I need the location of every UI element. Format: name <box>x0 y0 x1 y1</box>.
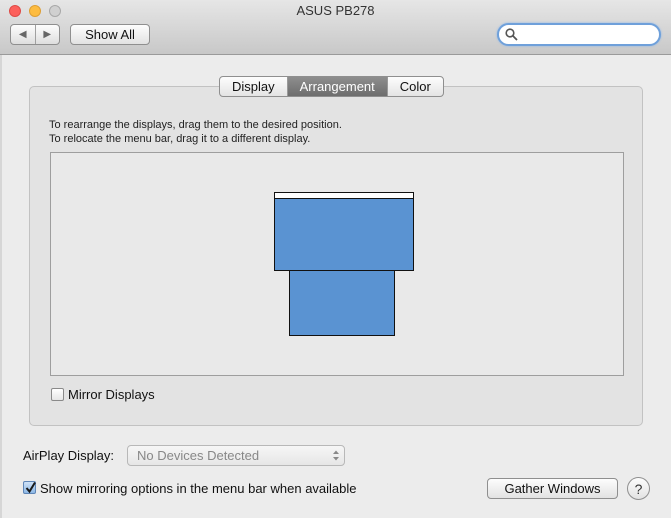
forward-icon[interactable]: ▶ <box>34 25 60 44</box>
help-button[interactable]: ? <box>627 477 650 500</box>
gather-windows-button[interactable]: Gather Windows <box>487 478 618 499</box>
airplay-display-select[interactable]: No Devices Detected <box>127 445 345 466</box>
search-input[interactable] <box>497 23 661 46</box>
tab-color[interactable]: Color <box>386 77 443 96</box>
title-bar: ASUS PB278 ◀ ▶ Show All <box>0 0 671 55</box>
window-edge <box>0 55 2 518</box>
show-mirroring-checkbox[interactable] <box>23 481 36 494</box>
tab-display[interactable]: Display <box>220 77 287 96</box>
mirror-displays-label: Mirror Displays <box>68 387 155 402</box>
primary-display[interactable] <box>274 197 414 271</box>
instruction-menubar: To relocate the menu bar, drag it to a d… <box>49 133 311 145</box>
back-forward-control: ◀ ▶ <box>10 24 60 45</box>
mirror-displays-checkbox[interactable] <box>51 388 64 401</box>
show-all-button[interactable]: Show All <box>70 24 150 45</box>
secondary-display[interactable] <box>289 270 395 336</box>
up-down-arrows-icon <box>333 450 339 461</box>
airplay-select-value: No Devices Detected <box>137 448 260 463</box>
instruction-rearrange: To rearrange the displays, drag them to … <box>49 119 342 131</box>
menu-bar-handle[interactable] <box>274 192 414 199</box>
tab-bar: Display Arrangement Color <box>219 76 444 97</box>
show-mirroring-label: Show mirroring options in the menu bar w… <box>40 481 357 496</box>
search-icon <box>505 28 518 41</box>
window-title: ASUS PB278 <box>296 3 375 18</box>
tab-arrangement[interactable]: Arrangement <box>286 77 387 96</box>
back-icon[interactable]: ◀ <box>11 25 35 44</box>
checkmark-icon <box>25 481 36 494</box>
airplay-label: AirPlay Display: <box>23 448 115 463</box>
